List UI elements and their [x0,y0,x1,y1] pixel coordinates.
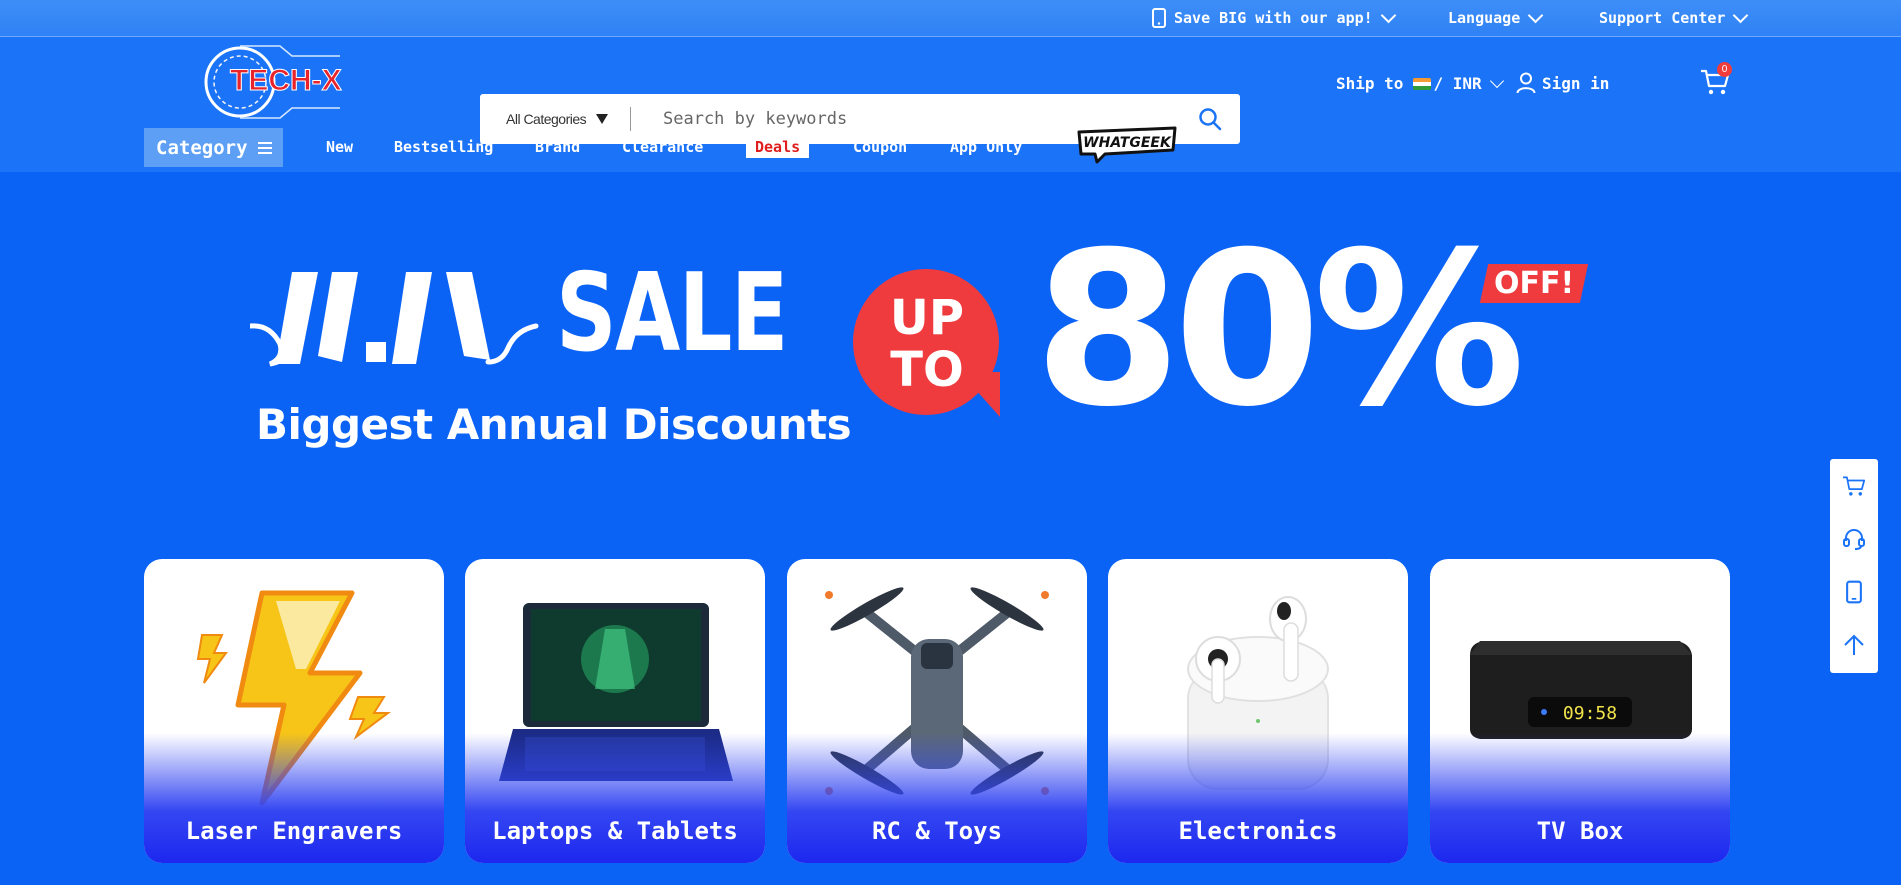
sidebar-support-button[interactable] [1830,512,1878,565]
nav-link-bestselling[interactable]: Bestselling [394,138,493,156]
chevron-down-icon [1489,73,1504,89]
category-card-rc-toys[interactable]: RC & Toys [787,559,1087,863]
chevron-down-icon [1733,7,1749,24]
nav-link-app-only[interactable]: App Only [950,138,1022,156]
off-tag: OFF! [1479,264,1589,303]
search-category-label: All Categories [506,111,587,127]
top-utility-bar: Save BIG with our app! Language Support … [0,0,1901,37]
category-card-tv-box[interactable]: 09:58 TV Box [1430,559,1730,863]
app-promo-label: Save BIG with our app! [1174,9,1373,27]
off-text: OFF! [1494,266,1575,301]
search-category-select[interactable]: All Categories [480,107,631,131]
headset-icon [1843,528,1865,550]
sign-in-link[interactable]: Sign in [1516,72,1609,94]
category-label: Electronics [1178,817,1338,845]
category-card-electronics[interactable]: Electronics [1108,559,1408,863]
tv-box-display: 09:58 [1563,703,1617,724]
phone-icon [1846,580,1862,603]
sale-headline: SALE [556,251,788,376]
double-eleven-logo [250,272,539,367]
category-menu-button[interactable]: Category [144,128,283,167]
sidebar-app-button[interactable] [1830,565,1878,618]
india-flag-icon [1413,77,1432,90]
language-menu[interactable]: Language [1448,7,1544,28]
sidebar-cart-button[interactable] [1830,459,1878,512]
category-label: TV Box [1536,817,1624,845]
app-promo-menu[interactable]: Save BIG with our app! [1152,7,1396,28]
ship-to-label: Ship to [1336,74,1404,93]
support-center-menu[interactable]: Support Center [1599,7,1749,28]
arrow-up-icon [1844,634,1864,655]
support-center-label: Support Center [1599,9,1726,27]
search-button[interactable] [1190,99,1230,139]
category-label: Laser Engravers [185,817,403,845]
currency-label: / INR [1433,74,1482,93]
user-icon [1516,72,1536,94]
up-text: UP [889,290,965,346]
nav-link-coupon[interactable]: Coupon [853,138,907,156]
logo-text: TECH-X [230,64,342,97]
sale-banner[interactable]: SALE Biggest Annual Discounts UP TO 80% … [0,172,1901,552]
cart-count-badge: 0 [1717,62,1732,77]
whatgeek-brand-logo[interactable]: WHATGEEK [1075,126,1180,164]
language-label: Language [1448,9,1521,27]
brand-logo-text: WHATGEEK [1083,135,1172,151]
nav-link-brand[interactable]: Brand [535,138,580,156]
discount-percent: 80% [1034,206,1525,453]
category-label: Laptops & Tablets [492,817,738,845]
nav-link-new[interactable]: New [326,138,353,156]
banner-subtitle: Biggest Annual Discounts [256,400,852,449]
category-card-laptops-tablets[interactable]: Laptops & Tablets [465,559,765,863]
nav-link-deals[interactable]: Deals [746,136,810,158]
cart-icon [1843,475,1866,496]
sidebar-back-to-top-button[interactable] [1830,618,1878,671]
category-label: Category [156,136,248,159]
sign-in-label: Sign in [1542,73,1610,93]
ship-to-selector[interactable]: Ship to / INR [1336,73,1504,93]
caret-down-icon [596,114,609,124]
search-icon [1199,108,1222,131]
up-to-text: UP TO [887,292,967,396]
category-label: RC & Toys [871,817,1003,845]
chevron-down-icon [1380,7,1396,24]
to-text: TO [890,342,964,398]
chevron-down-icon [1527,7,1544,24]
floating-sidebar [1830,459,1878,673]
category-card-laser-engravers[interactable]: Laser Engravers [144,559,444,863]
phone-icon [1152,8,1166,28]
nav-link-clearance[interactable]: Clearance [622,138,703,156]
hamburger-icon [257,141,272,154]
tech-x-logo[interactable]: TECH-X [200,42,370,122]
